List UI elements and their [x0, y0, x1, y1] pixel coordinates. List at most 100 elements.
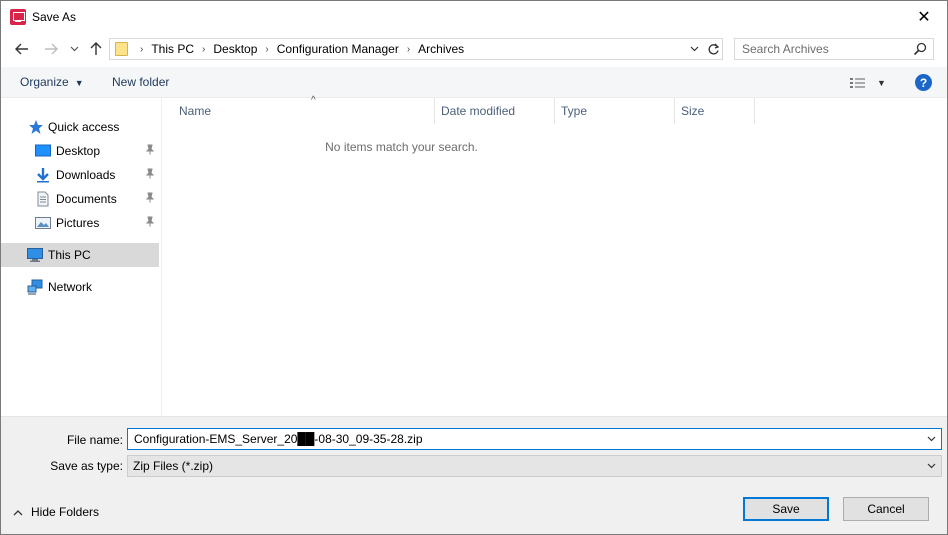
cancel-button-label: Cancel: [867, 502, 905, 516]
command-bar: Organize ▼ New folder ▼ ?: [1, 67, 947, 98]
pictures-icon: [35, 217, 51, 229]
chevron-down-icon: [927, 463, 935, 469]
new-folder-button[interactable]: New folder: [112, 75, 169, 89]
refresh-button[interactable]: [704, 40, 722, 58]
breadcrumb: › This PC › Desktop › Configuration Mana…: [132, 42, 464, 56]
navigation-pane: Quick access Desktop Downloads Documents: [1, 98, 161, 416]
nav-item-quick-access[interactable]: Quick access: [1, 115, 159, 139]
star-icon: [29, 120, 43, 134]
pin-icon[interactable]: [145, 168, 157, 180]
empty-message-text: No items match your search.: [325, 140, 478, 154]
nav-item-documents[interactable]: Documents: [1, 187, 159, 211]
save-as-type-label: Save as type:: [50, 459, 123, 473]
help-button[interactable]: ?: [915, 74, 932, 91]
up-button[interactable]: [86, 39, 106, 59]
bottom-pane: File name: Save as type: Zip Files (*.zi…: [1, 416, 947, 534]
caret-down-icon: ▼: [74, 78, 84, 88]
details-view-icon: [850, 78, 865, 88]
pin-icon[interactable]: [145, 192, 157, 204]
save-button[interactable]: Save: [743, 497, 829, 521]
column-label-date-modified: Date modified: [441, 104, 516, 118]
breadcrumb-separator-icon[interactable]: ›: [407, 44, 410, 55]
close-button[interactable]: ✕: [901, 1, 947, 33]
documents-icon: [37, 191, 49, 207]
network-icon: [27, 279, 43, 295]
nav-item-desktop[interactable]: Desktop: [1, 139, 159, 163]
column-label-type: Type: [561, 104, 588, 118]
nav-label-documents: Documents: [56, 192, 117, 206]
nav-label-desktop: Desktop: [56, 144, 101, 158]
empty-message: No items match your search.: [162, 140, 947, 154]
hide-folders-label: Hide Folders: [31, 505, 100, 519]
folder-icon: [115, 42, 128, 56]
column-header-name[interactable]: Name ^: [173, 95, 435, 124]
back-button[interactable]: [12, 39, 32, 59]
pin-icon[interactable]: [145, 144, 157, 156]
file-list[interactable]: Name ^ Date modified Type Size No items …: [162, 95, 947, 416]
column-label-size: Size: [681, 104, 705, 118]
new-folder-label: New folder: [112, 75, 170, 89]
address-bar[interactable]: › This PC › Desktop › Configuration Mana…: [109, 38, 723, 60]
forward-arrow-icon: [45, 43, 58, 55]
breadcrumb-separator-icon[interactable]: ›: [202, 44, 205, 55]
save-as-type-dropdown-button[interactable]: [923, 458, 939, 474]
nav-item-pictures[interactable]: Pictures: [1, 211, 159, 235]
search-box[interactable]: [734, 38, 934, 60]
breadcrumb-separator-icon: ›: [140, 43, 144, 55]
column-header-date-modified[interactable]: Date modified: [435, 98, 555, 124]
breadcrumb-archives[interactable]: Archives: [418, 42, 464, 56]
nav-label-network: Network: [48, 280, 93, 294]
change-view-button[interactable]: ▼: [849, 73, 889, 93]
recent-locations-button[interactable]: [64, 39, 84, 59]
hide-folders-button[interactable]: Hide Folders: [13, 505, 99, 519]
save-as-type-select[interactable]: Zip Files (*.zip): [127, 455, 942, 477]
column-header-type[interactable]: Type: [555, 98, 675, 124]
caret-down-icon: ▼: [877, 78, 886, 88]
nav-label-pictures: Pictures: [56, 216, 100, 230]
save-button-label: Save: [772, 502, 800, 516]
address-dropdown-button[interactable]: [685, 41, 703, 57]
organize-button[interactable]: Organize ▼: [20, 75, 84, 89]
column-label-name: Name: [179, 104, 212, 118]
refresh-icon: [708, 43, 719, 54]
computer-icon: [27, 248, 43, 262]
file-name-input[interactable]: [129, 430, 919, 448]
address-row: › This PC › Desktop › Configuration Mana…: [1, 34, 947, 64]
title-bar: Save As ✕: [1, 1, 947, 33]
breadcrumb-separator-icon[interactable]: ›: [265, 44, 268, 55]
column-header-size[interactable]: Size: [675, 98, 755, 124]
up-arrow-icon: [90, 42, 102, 55]
nav-label-downloads: Downloads: [56, 168, 116, 182]
forward-button[interactable]: [41, 39, 61, 59]
search-input[interactable]: [736, 40, 906, 58]
help-icon: ?: [919, 75, 928, 90]
file-name-combobox[interactable]: [127, 428, 942, 450]
close-icon: ✕: [917, 9, 931, 26]
back-arrow-icon: [15, 43, 28, 55]
organize-label: Organize: [20, 75, 69, 89]
download-icon: [37, 168, 49, 183]
file-name-label: File name:: [66, 433, 123, 447]
cancel-button[interactable]: Cancel: [843, 497, 929, 521]
breadcrumb-desktop[interactable]: Desktop: [213, 42, 257, 56]
save-as-dialog: Save As ✕ › This PC › Desktop › Configur…: [0, 0, 948, 535]
nav-item-network[interactable]: Network: [1, 275, 159, 299]
breadcrumb-this-pc[interactable]: This PC: [151, 42, 194, 56]
file-name-dropdown-button[interactable]: [923, 431, 939, 447]
chevron-down-icon: [927, 436, 935, 442]
nav-item-downloads[interactable]: Downloads: [1, 163, 159, 187]
window-title: Save As: [32, 10, 77, 24]
chevron-down-icon: [690, 46, 698, 52]
desktop-icon: [35, 144, 51, 157]
search-icon[interactable]: [913, 42, 927, 56]
pin-icon[interactable]: [145, 216, 157, 228]
nav-label-this-pc: This PC: [48, 248, 91, 262]
save-as-type-value: Zip Files (*.zip): [133, 459, 214, 473]
breadcrumb-configuration-manager[interactable]: Configuration Manager: [277, 42, 399, 56]
chevron-up-icon: [13, 509, 23, 515]
sort-ascending-icon: ^: [311, 95, 316, 106]
nav-label-quick-access: Quick access: [48, 120, 120, 134]
nav-item-this-pc[interactable]: This PC: [1, 243, 159, 267]
app-icon: [10, 9, 26, 25]
chevron-down-icon: [70, 46, 78, 52]
